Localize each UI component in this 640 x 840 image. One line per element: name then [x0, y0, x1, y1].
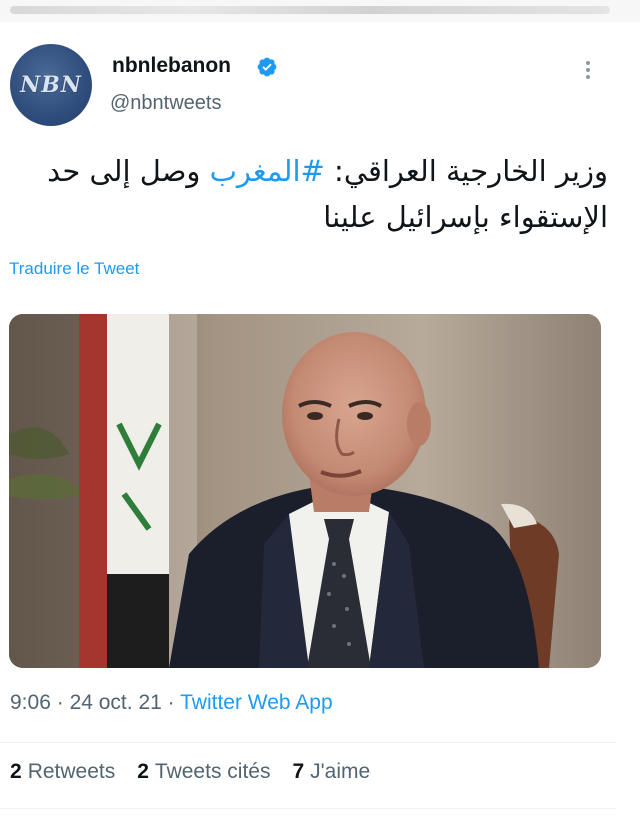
user-handle[interactable]: @nbntweets: [110, 92, 221, 115]
cropped-previous-content: [0, 0, 640, 22]
meta-separator: ·: [56, 691, 64, 714]
tweet-time[interactable]: 9:06: [10, 691, 51, 714]
quotes-stat[interactable]: 2 Tweets cités: [137, 760, 270, 784]
meta-separator: ·: [167, 691, 175, 714]
tweet-date[interactable]: 24 oct. 21: [70, 691, 162, 714]
verified-badge-icon: [257, 57, 277, 77]
avatar-logo: NBN: [20, 72, 82, 98]
retweets-stat[interactable]: 2 Retweets: [10, 760, 115, 784]
quotes-label: Tweets cités: [154, 760, 271, 783]
retweets-count: 2: [10, 760, 22, 783]
photo-illustration: [9, 314, 601, 668]
source-app-link[interactable]: Twitter Web App: [180, 691, 333, 714]
likes-count: 7: [292, 760, 305, 783]
translate-tweet-link[interactable]: Traduire le Tweet: [9, 259, 139, 279]
display-name[interactable]: nbnlebanon: [112, 54, 231, 78]
tweet-photo[interactable]: [9, 314, 601, 668]
engagement-stats: 2 Retweets 2 Tweets cités 7 J'aime: [10, 760, 370, 784]
divider: [0, 742, 616, 743]
quotes-count: 2: [137, 760, 149, 783]
tweet-text-before: وزير الخارجية العراقي:: [324, 154, 608, 188]
likes-label: J'aime: [310, 760, 371, 783]
hashtag-link[interactable]: #المغرب: [210, 154, 325, 188]
divider: [0, 808, 616, 809]
tweet-text: وزير الخارجية العراقي: #المغرب وصل إلى ح…: [28, 148, 608, 240]
avatar[interactable]: NBN: [10, 44, 92, 126]
retweets-label: Retweets: [27, 760, 116, 783]
more-options-icon[interactable]: [578, 58, 598, 82]
likes-stat[interactable]: 7 J'aime: [292, 760, 370, 784]
tweet-timestamp: 9:06 · 24 oct. 21 · Twitter Web App: [10, 691, 333, 715]
